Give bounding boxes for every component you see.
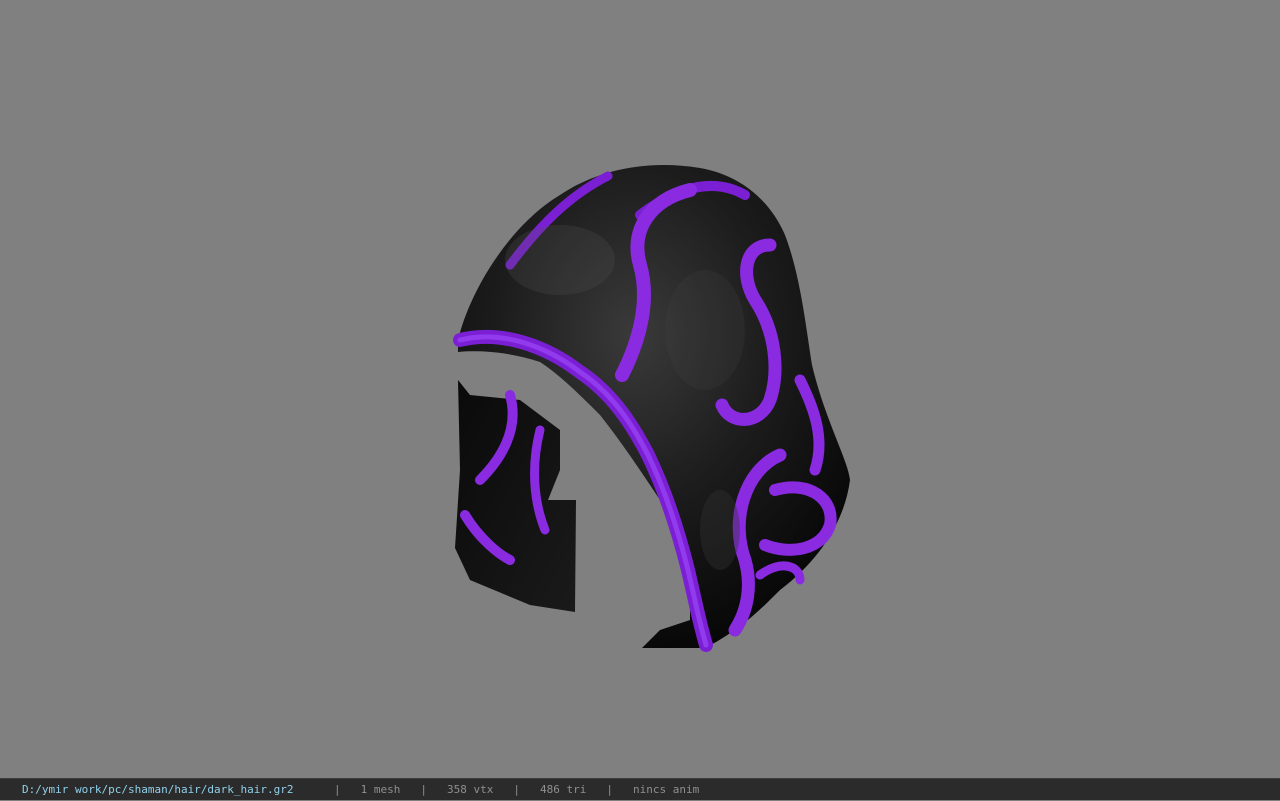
file-path: D:/ymir work/pc/shaman/hair/dark_hair.gr… xyxy=(22,783,294,796)
separator: | xyxy=(606,783,613,796)
status-bar: D:/ymir work/pc/shaman/hair/dark_hair.gr… xyxy=(0,778,1280,800)
separator: | xyxy=(334,783,341,796)
3d-viewport[interactable] xyxy=(0,0,1280,778)
vertex-count: 358 vtx xyxy=(447,783,494,796)
mesh-count: 1 mesh xyxy=(360,783,401,796)
model-stats: | 1 mesh | 358 vtx | 486 tri | nincs anim xyxy=(334,779,699,801)
separator: | xyxy=(513,783,520,796)
triangle-count: 486 tri xyxy=(539,783,587,796)
separator: | xyxy=(420,783,427,796)
hood-model-render[interactable] xyxy=(0,0,1280,778)
anim-status: nincs anim xyxy=(632,783,700,796)
